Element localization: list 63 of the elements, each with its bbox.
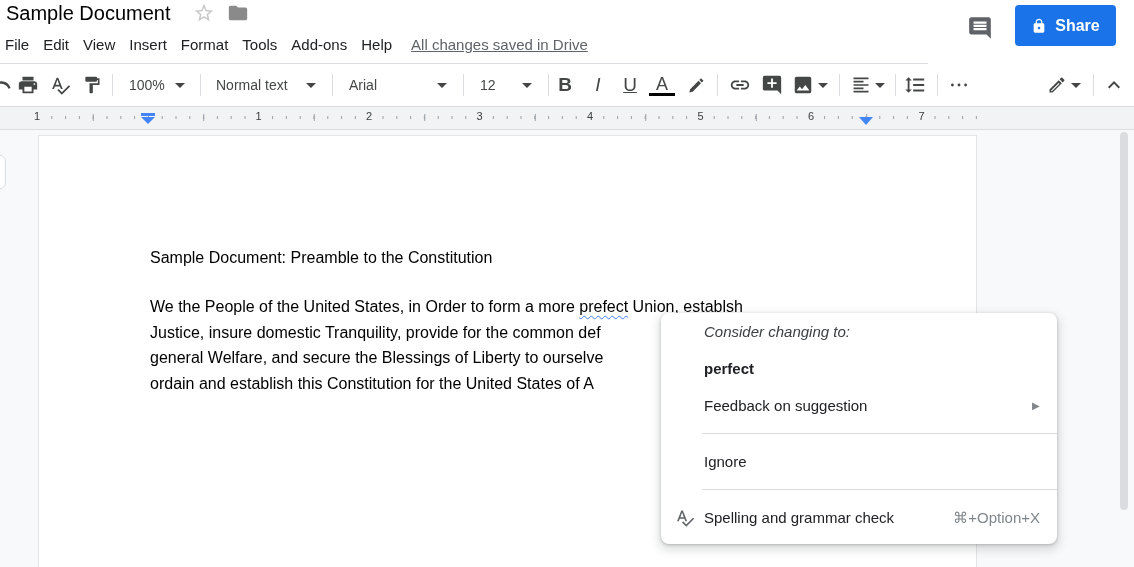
paragraph-line: Justice, insure domestic Tranquility, provide for the common def — [150, 322, 601, 343]
right-indent-marker[interactable] — [859, 117, 873, 125]
ruler-number: 5 — [696, 110, 705, 122]
submenu-arrow: ▶ — [1032, 399, 1040, 413]
menu-item[interactable]: Insert — [122, 31, 174, 57]
pencil-icon — [1047, 75, 1067, 95]
ruler-number: 4 — [586, 110, 594, 122]
underline-button[interactable]: U — [616, 69, 644, 101]
comments-button[interactable] — [967, 15, 993, 41]
italic-button[interactable]: I — [584, 69, 612, 101]
ruler-number: 3 — [475, 110, 484, 122]
zoom-dropdown[interactable]: 100% — [119, 69, 195, 101]
image-icon — [792, 74, 814, 96]
caret-icon — [1071, 82, 1081, 88]
font-size-dropdown[interactable]: 12 — [470, 69, 542, 101]
menu-item[interactable]: File — [0, 31, 37, 57]
scrollbar-thumb[interactable] — [1120, 132, 1128, 510]
ruler-number: 2 — [365, 110, 373, 122]
keyboard-shortcut: ⌘+Option+X — [953, 508, 1040, 528]
caret-icon — [437, 82, 447, 88]
menu-item[interactable]: Spelling and grammar check ⌘+Option+X — [661, 499, 1057, 536]
indent-marker[interactable] — [141, 113, 155, 124]
paragraph-line: general Welfare, and secure the Blessings of Liberty to ourselve — [150, 348, 604, 369]
document-heading: Sample Document: Preamble to the Constitution — [150, 248, 493, 268]
caret-icon — [175, 82, 185, 88]
menu-item[interactable]: View — [76, 31, 123, 57]
line-spacing-icon — [904, 74, 926, 96]
save-status-link[interactable]: All changes saved in Drive — [411, 35, 588, 53]
menu-item[interactable]: Add-ons — [284, 31, 355, 57]
menu-item[interactable]: Format — [173, 31, 236, 57]
font-dropdown[interactable]: Arial — [339, 69, 457, 101]
star-button[interactable] — [192, 2, 215, 24]
caret-icon — [875, 82, 885, 88]
ruler-number: 6 — [807, 110, 815, 122]
menu-item-label: Feedback on suggestion — [704, 396, 868, 416]
suggestion-item[interactable]: perfect — [661, 350, 1057, 387]
menu-item[interactable]: Tools — [235, 31, 285, 57]
menu-item-label: Spelling and grammar check — [704, 508, 895, 528]
style-dropdown[interactable]: Normal text — [206, 69, 326, 101]
caret-icon — [522, 82, 532, 88]
submenu-item[interactable]: Feedback on suggestion ▶ — [661, 387, 1057, 424]
ruler-number: 1 — [254, 110, 263, 122]
paragraph-line: ordain and establish this Constitution for the United States of A — [150, 374, 594, 395]
paint-roller-icon — [82, 75, 102, 95]
color-bar — [649, 92, 675, 96]
menu-item[interactable]: Edit — [36, 31, 77, 57]
document-title[interactable]: Sample Document — [0, 0, 171, 26]
caret-icon — [306, 82, 316, 88]
add-comment-icon — [761, 74, 783, 96]
more-icon — [951, 83, 967, 87]
spellcheck-icon — [675, 508, 695, 528]
align-left-icon — [851, 75, 871, 95]
print-icon — [17, 74, 39, 96]
share-button[interactable]: Share — [1015, 5, 1116, 46]
bold-button[interactable]: B — [551, 69, 579, 101]
ruler-number: 1 — [33, 110, 41, 122]
ruler-number: 7 — [917, 110, 926, 122]
menu-item[interactable]: Help — [354, 31, 400, 57]
paragraph-line: We the People of the United States, in Order to form a more prefect Union, establsh — [150, 297, 743, 317]
menu-item[interactable]: Ignore — [661, 443, 1057, 480]
menu-header: Consider changing to: — [703, 322, 851, 342]
caret-icon — [818, 82, 828, 88]
text-color-button[interactable]: A — [648, 69, 676, 101]
